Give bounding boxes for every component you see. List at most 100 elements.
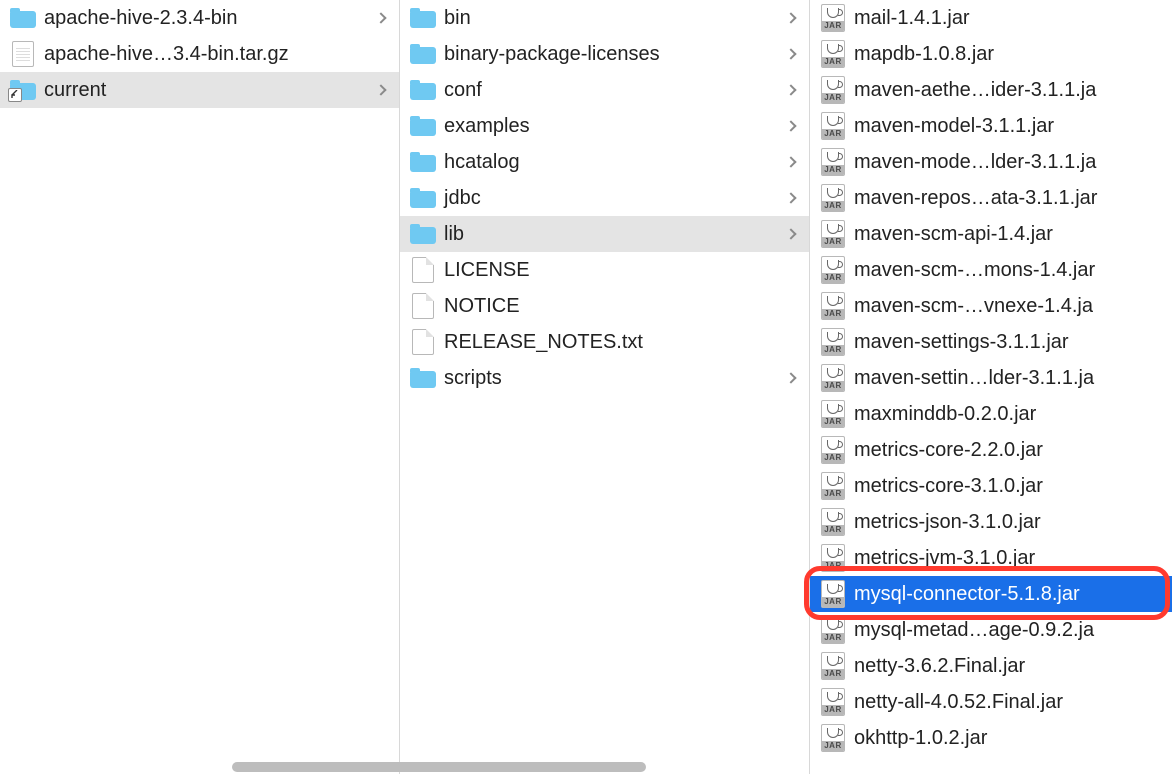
jar-icon: JAR bbox=[816, 112, 850, 140]
item-label: LICENSE bbox=[440, 259, 781, 282]
folder-icon bbox=[406, 40, 440, 68]
jar-icon: JAR bbox=[816, 292, 850, 320]
jar-icon: JAR bbox=[816, 544, 850, 572]
archive-icon bbox=[6, 40, 40, 68]
list-item[interactable]: apache-hive-2.3.4-bin bbox=[0, 0, 399, 36]
list-item[interactable]: scripts bbox=[400, 360, 809, 396]
folder-icon bbox=[406, 220, 440, 248]
list-item[interactable]: JARokhttp-1.0.2.jar bbox=[810, 720, 1172, 756]
item-label: metrics-jvm-3.1.0.jar bbox=[850, 547, 1144, 570]
list-item[interactable]: JARmapdb-1.0.8.jar bbox=[810, 36, 1172, 72]
jar-icon: JAR bbox=[816, 4, 850, 32]
item-label: maven-scm-…mons-1.4.jar bbox=[850, 259, 1144, 282]
item-label: jdbc bbox=[440, 187, 781, 210]
list-item[interactable]: JARmaven-repos…ata-3.1.1.jar bbox=[810, 180, 1172, 216]
item-label: maxminddb-0.2.0.jar bbox=[850, 403, 1144, 426]
item-label: metrics-json-3.1.0.jar bbox=[850, 511, 1144, 534]
list-item[interactable]: JARmetrics-core-3.1.0.jar bbox=[810, 468, 1172, 504]
list-item[interactable]: JARmaven-model-3.1.1.jar bbox=[810, 108, 1172, 144]
item-label: netty-3.6.2.Final.jar bbox=[850, 655, 1144, 678]
chevron-right-icon bbox=[781, 14, 801, 22]
column-2[interactable]: bin binary-package-licenses conf examples hc… bbox=[400, 0, 810, 774]
jar-icon: JAR bbox=[816, 148, 850, 176]
jar-icon: JAR bbox=[816, 652, 850, 680]
file-icon bbox=[406, 292, 440, 320]
jar-icon: JAR bbox=[816, 40, 850, 68]
item-label: scripts bbox=[440, 367, 781, 390]
list-item[interactable]: JARmail-1.4.1.jar bbox=[810, 0, 1172, 36]
item-label: examples bbox=[440, 115, 781, 138]
list-item[interactable]: apache-hive…3.4-bin.tar.gz bbox=[0, 36, 399, 72]
list-item[interactable]: JARmaven-scm-api-1.4.jar bbox=[810, 216, 1172, 252]
folder-icon bbox=[406, 184, 440, 212]
chevron-right-icon bbox=[371, 14, 391, 22]
item-label: current bbox=[40, 79, 371, 102]
item-label: okhttp-1.0.2.jar bbox=[850, 727, 1144, 750]
chevron-right-icon bbox=[781, 230, 801, 238]
list-item[interactable]: JARmaven-scm-…mons-1.4.jar bbox=[810, 252, 1172, 288]
list-item[interactable]: JARmetrics-jvm-3.1.0.jar bbox=[810, 540, 1172, 576]
jar-icon: JAR bbox=[816, 472, 850, 500]
list-item[interactable]: lib bbox=[400, 216, 809, 252]
folder-icon bbox=[406, 112, 440, 140]
list-item[interactable]: RELEASE_NOTES.txt bbox=[400, 324, 809, 360]
list-item[interactable]: binary-package-licenses bbox=[400, 36, 809, 72]
list-item[interactable]: bin bbox=[400, 0, 809, 36]
item-label: hcatalog bbox=[440, 151, 781, 174]
jar-icon: JAR bbox=[816, 436, 850, 464]
list-item[interactable]: NOTICE bbox=[400, 288, 809, 324]
jar-icon: JAR bbox=[816, 580, 850, 608]
item-label: RELEASE_NOTES.txt bbox=[440, 331, 781, 354]
list-item[interactable]: JARmaven-aethe…ider-3.1.1.ja bbox=[810, 72, 1172, 108]
list-item[interactable]: JARmysql-connector-5.1.8.jar bbox=[810, 576, 1172, 612]
list-item[interactable]: current bbox=[0, 72, 399, 108]
scrollbar-thumb[interactable] bbox=[232, 762, 646, 772]
item-label: NOTICE bbox=[440, 295, 781, 318]
item-label: conf bbox=[440, 79, 781, 102]
column-3[interactable]: JARmail-1.4.1.jarJARmapdb-1.0.8.jarJARma… bbox=[810, 0, 1172, 774]
list-item[interactable]: JARmaven-mode…lder-3.1.1.ja bbox=[810, 144, 1172, 180]
list-item[interactable]: JARmaxminddb-0.2.0.jar bbox=[810, 396, 1172, 432]
item-label: binary-package-licenses bbox=[440, 43, 781, 66]
chevron-right-icon bbox=[781, 122, 801, 130]
chevron-right-icon bbox=[781, 86, 801, 94]
column-1[interactable]: apache-hive-2.3.4-bin apache-hive…3.4-bin… bbox=[0, 0, 400, 774]
item-label: apache-hive-2.3.4-bin bbox=[40, 7, 371, 30]
item-label: apache-hive…3.4-bin.tar.gz bbox=[40, 43, 371, 66]
folder-icon bbox=[406, 76, 440, 104]
list-item[interactable]: hcatalog bbox=[400, 144, 809, 180]
list-item[interactable]: JARnetty-3.6.2.Final.jar bbox=[810, 648, 1172, 684]
jar-icon: JAR bbox=[816, 400, 850, 428]
item-label: netty-all-4.0.52.Final.jar bbox=[850, 691, 1144, 714]
list-item[interactable]: conf bbox=[400, 72, 809, 108]
list-item[interactable]: JARmaven-settin…lder-3.1.1.ja bbox=[810, 360, 1172, 396]
list-item[interactable]: examples bbox=[400, 108, 809, 144]
list-item[interactable]: JARmetrics-core-2.2.0.jar bbox=[810, 432, 1172, 468]
chevron-right-icon bbox=[371, 86, 391, 94]
item-label: mysql-metad…age-0.9.2.ja bbox=[850, 619, 1144, 642]
jar-icon: JAR bbox=[816, 364, 850, 392]
chevron-right-icon bbox=[781, 374, 801, 382]
list-item[interactable]: JARmaven-scm-…vnexe-1.4.ja bbox=[810, 288, 1172, 324]
finder-column-view: apache-hive-2.3.4-bin apache-hive…3.4-bin… bbox=[0, 0, 1172, 774]
item-label: maven-aethe…ider-3.1.1.ja bbox=[850, 79, 1144, 102]
horizontal-scrollbar[interactable] bbox=[0, 760, 1172, 774]
jar-icon: JAR bbox=[816, 328, 850, 356]
list-item[interactable]: JARmysql-metad…age-0.9.2.ja bbox=[810, 612, 1172, 648]
item-label: maven-scm-…vnexe-1.4.ja bbox=[850, 295, 1144, 318]
jar-icon: JAR bbox=[816, 184, 850, 212]
list-item[interactable]: JARmaven-settings-3.1.1.jar bbox=[810, 324, 1172, 360]
folder-alias-icon bbox=[6, 76, 40, 104]
jar-icon: JAR bbox=[816, 688, 850, 716]
item-label: maven-settin…lder-3.1.1.ja bbox=[850, 367, 1144, 390]
list-item[interactable]: JARmetrics-json-3.1.0.jar bbox=[810, 504, 1172, 540]
item-label: maven-model-3.1.1.jar bbox=[850, 115, 1144, 138]
jar-icon: JAR bbox=[816, 724, 850, 752]
item-label: maven-settings-3.1.1.jar bbox=[850, 331, 1144, 354]
list-item[interactable]: jdbc bbox=[400, 180, 809, 216]
item-label: maven-mode…lder-3.1.1.ja bbox=[850, 151, 1144, 174]
item-label: maven-repos…ata-3.1.1.jar bbox=[850, 187, 1144, 210]
list-item[interactable]: LICENSE bbox=[400, 252, 809, 288]
jar-icon: JAR bbox=[816, 256, 850, 284]
list-item[interactable]: JARnetty-all-4.0.52.Final.jar bbox=[810, 684, 1172, 720]
